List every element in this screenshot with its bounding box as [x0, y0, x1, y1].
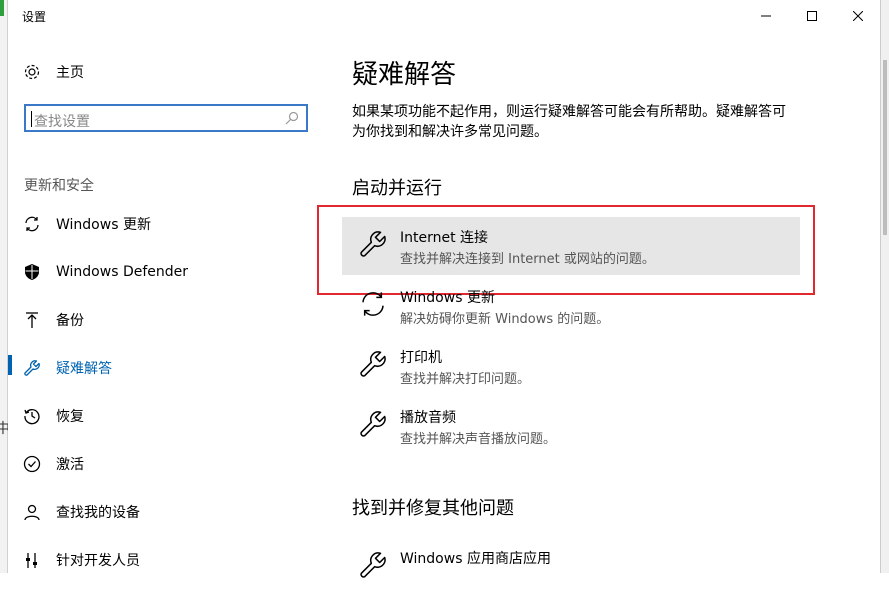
sidebar-item-label: 查找我的设备	[56, 505, 140, 521]
sidebar-item-windows-defender[interactable]: Windows Defender	[22, 260, 188, 284]
wrench-icon	[360, 552, 386, 578]
sidebar-item-label: 恢复	[56, 409, 84, 425]
check-circle-icon	[23, 455, 41, 473]
page-title: 疑难解答	[352, 60, 457, 90]
main-content: 疑难解答 如果某项功能不起作用，则运行疑难解答可能会有所帮助。疑难解答可为你找到…	[317, 32, 872, 578]
section-title-get-up-and-running: 启动并运行	[352, 178, 442, 199]
sidebar-item-label: Windows 更新	[56, 217, 151, 233]
tile-title: Windows 更新	[400, 290, 495, 306]
sidebar-item-for-developers[interactable]: 针对开发人员	[22, 548, 140, 572]
shield-icon	[25, 264, 39, 280]
search-icon	[285, 111, 299, 125]
home-label: 主页	[56, 65, 84, 81]
troubleshooter-windows-store-apps[interactable]: Windows 应用商店应用	[342, 538, 800, 596]
developer-icon	[26, 553, 37, 568]
troubleshooter-windows-update[interactable]: Windows 更新 解决妨碍你更新 Windows 的问题。	[342, 277, 800, 335]
gear-icon	[24, 64, 40, 80]
search-placeholder: 查找设置	[34, 114, 90, 130]
scrollbar-thumb[interactable]	[883, 60, 887, 235]
active-indicator	[8, 355, 12, 375]
wrench-icon	[24, 360, 40, 376]
sidebar-section-label: 更新和安全	[24, 178, 94, 194]
sidebar-item-troubleshoot[interactable]: 疑难解答	[22, 356, 112, 380]
sync-icon	[362, 292, 384, 316]
sidebar-item-recovery[interactable]: 恢复	[22, 404, 84, 428]
wrench-icon	[360, 351, 386, 377]
troubleshooter-printer[interactable]: 打印机 查找并解决打印问题。	[342, 337, 800, 395]
background-window-edge-right	[880, 0, 889, 573]
background-window-edge: 中	[0, 0, 10, 573]
settings-window: 设置 主页 查找设置 更新和安全 Windows 更新 Windows Defe…	[8, 0, 880, 578]
text-caret	[31, 111, 32, 127]
window-title: 设置	[22, 10, 47, 24]
section-title-find-and-fix-other: 找到并修复其他问题	[352, 498, 514, 519]
sidebar-item-backup[interactable]: 备份	[22, 308, 84, 332]
tile-description: 解决妨碍你更新 Windows 的问题。	[400, 312, 610, 327]
maximize-button[interactable]	[789, 0, 835, 32]
tile-description: 查找并解决打印问题。	[400, 372, 531, 387]
history-icon	[24, 409, 40, 425]
wrench-icon	[360, 411, 386, 437]
maximize-icon	[807, 11, 817, 21]
sidebar-item-label: 针对开发人员	[56, 553, 140, 569]
troubleshooter-playing-audio[interactable]: 播放音频 查找并解决声音播放问题。	[342, 397, 800, 455]
minimize-icon	[761, 15, 771, 17]
person-pin-icon	[24, 504, 40, 521]
tile-title: 打印机	[400, 350, 442, 366]
sidebar-item-home[interactable]: 主页	[22, 62, 84, 82]
background-window-accent	[0, 0, 4, 16]
sidebar-item-activation[interactable]: 激活	[22, 452, 84, 476]
tile-description: 查找并解决声音播放问题。	[400, 432, 557, 447]
tile-title: 播放音频	[400, 410, 456, 426]
close-button[interactable]	[835, 0, 881, 32]
sidebar-item-label: 激活	[56, 457, 84, 473]
minimize-button[interactable]	[743, 0, 789, 32]
backup-icon	[26, 312, 38, 328]
tile-title: Windows 应用商店应用	[400, 551, 551, 567]
sync-icon	[25, 216, 39, 232]
sidebar-item-label: 疑难解答	[56, 361, 112, 377]
sidebar-item-label: 备份	[56, 313, 84, 329]
sidebar-item-find-my-device[interactable]: 查找我的设备	[22, 500, 140, 524]
search-input[interactable]: 查找设置	[24, 104, 308, 132]
sidebar-item-label: Windows Defender	[56, 264, 189, 280]
title-bar[interactable]: 设置	[8, 0, 880, 32]
close-icon	[853, 11, 863, 21]
page-description: 如果某项功能不起作用，则运行疑难解答可能会有所帮助。疑难解答可为你找到和解决许多…	[352, 104, 786, 140]
sidebar: 主页 查找设置 更新和安全 Windows 更新 Windows Defende…	[8, 32, 328, 573]
sidebar-item-windows-update[interactable]: Windows 更新	[22, 212, 151, 236]
